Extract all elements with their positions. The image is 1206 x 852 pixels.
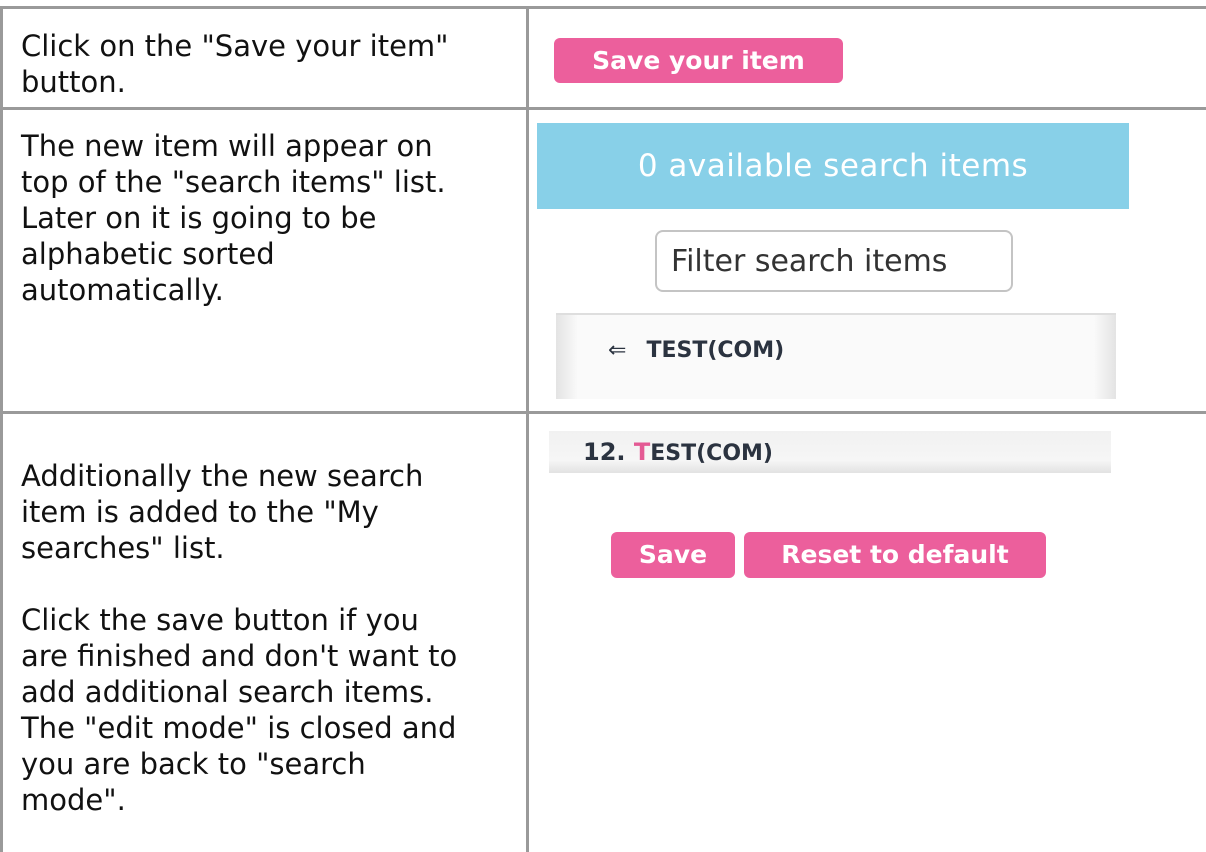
item-first-letter: T	[633, 438, 651, 466]
instruction-line: Additionally the new search	[21, 459, 424, 493]
available-items-banner: 0 available search items	[537, 123, 1129, 209]
instruction-line: item is added to the "My	[21, 495, 379, 529]
instruction-line: The "edit mode" is closed and	[21, 711, 457, 745]
row-1-instruction: Click on the "Save your item" button.	[21, 28, 516, 100]
instruction-line: alphabetic sorted	[21, 237, 275, 271]
instruction-line: Click on the "Save your item"	[21, 29, 449, 63]
list-item[interactable]: ⇐ TEST(COM)	[608, 331, 784, 371]
table-row-divider-2	[0, 411, 1206, 414]
instruction-line: searches" list.	[21, 531, 225, 565]
instruction-line: mode".	[21, 783, 126, 817]
instruction-line: Click the save button if you	[21, 603, 419, 637]
my-searches-item[interactable]: 12. TEST(COM)	[549, 431, 1111, 473]
double-left-arrow-icon: ⇐	[608, 338, 627, 363]
table-row-divider-1	[0, 107, 1206, 110]
save-button[interactable]: Save	[611, 532, 735, 578]
table-border-left	[0, 6, 3, 852]
instruction-line: The new item will appear on	[21, 129, 433, 163]
instruction-line: are finished and don't want to	[21, 639, 458, 673]
instruction-line: button.	[21, 65, 126, 99]
reset-to-default-button[interactable]: Reset to default	[744, 532, 1046, 578]
table-column-divider	[526, 6, 529, 852]
search-items-list: ⇐ TEST(COM)	[556, 313, 1116, 399]
item-rest: EST(COM)	[650, 441, 773, 466]
instruction-line: add additional search items.	[21, 675, 434, 709]
item-number: 12.	[583, 438, 626, 466]
list-item-label: TEST(COM)	[646, 338, 785, 363]
instruction-line: Later on it is going to be	[21, 201, 377, 235]
row-3-instruction: Additionally the new search item is adde…	[21, 458, 521, 818]
table-border-top	[0, 6, 1206, 9]
instruction-line: automatically.	[21, 273, 224, 307]
instruction-line: you are back to "search	[21, 747, 366, 781]
row-2-instruction: The new item will appear on top of the "…	[21, 128, 521, 308]
filter-search-input[interactable]	[655, 230, 1013, 292]
instruction-line: top of the "search items" list.	[21, 165, 446, 199]
save-your-item-button[interactable]: Save your item	[554, 38, 843, 83]
my-searches-item-label: 12. TEST(COM)	[583, 433, 773, 473]
